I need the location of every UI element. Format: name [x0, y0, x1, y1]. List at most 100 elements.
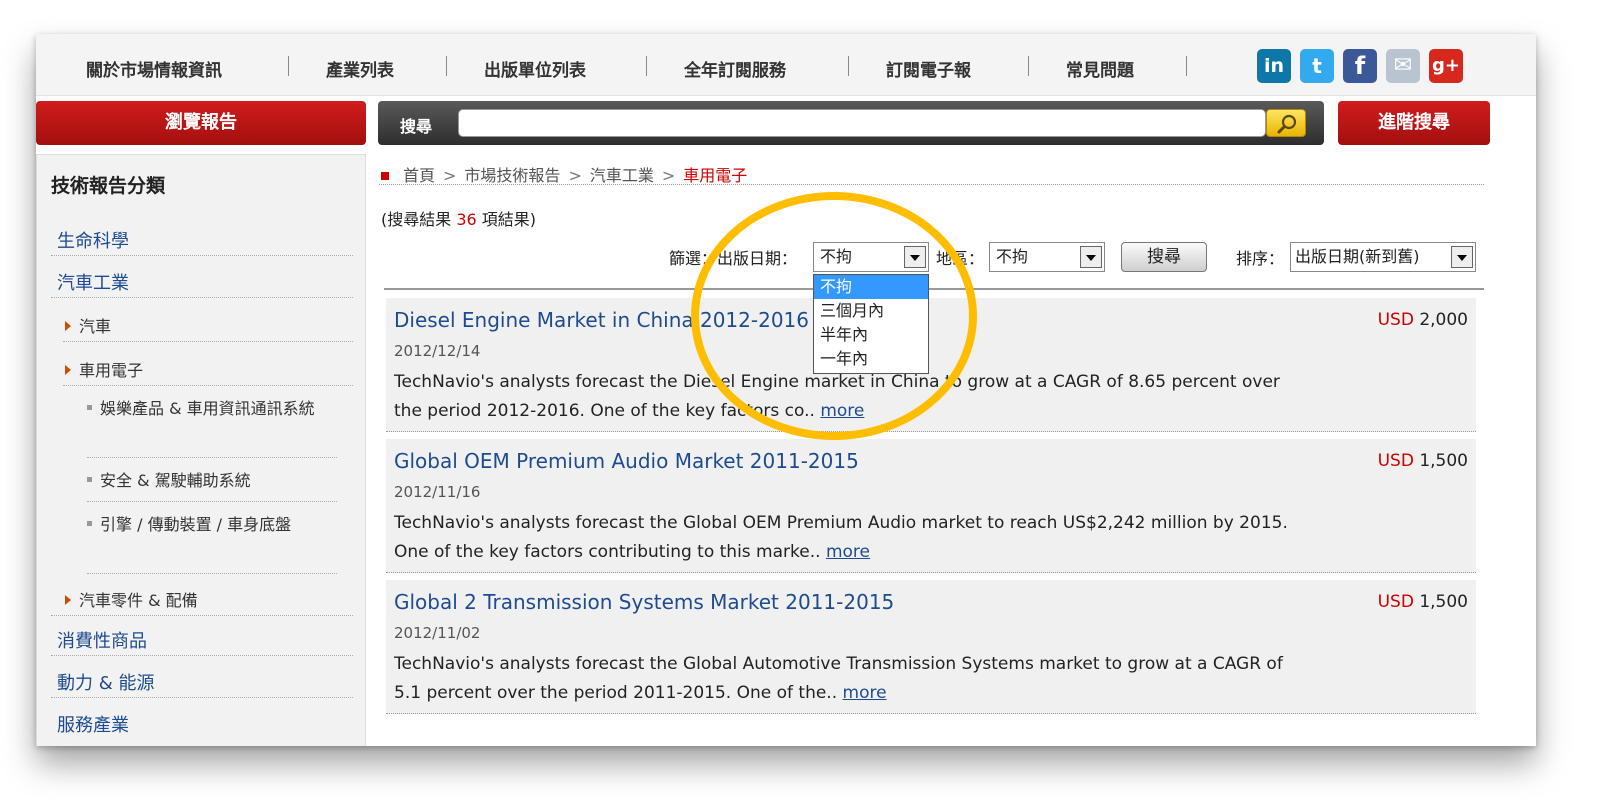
price-currency: USD [1377, 310, 1414, 330]
divider [63, 385, 353, 386]
sidebar-item-consumer[interactable]: 消費性商品 [57, 627, 147, 653]
result-title[interactable]: Global 2 Transmission Systems Market 201… [394, 590, 894, 614]
nav-separator [848, 56, 849, 76]
nav-item-newsletter[interactable]: 訂閱電子報 [886, 56, 971, 81]
sidebar-item-label: 引擎 / 傳動裝置 / 車身底盤 [100, 515, 292, 534]
category-sidebar: 技術報告分類 生命科學 汽車工業 汽車 車用電子 娛樂產品 & 車用資訊通訊系統… [36, 154, 366, 746]
google-plus-icon[interactable]: g+ [1429, 49, 1463, 83]
result-count: (搜尋結果 36 項結果) [381, 206, 536, 230]
sidebar-item-label: 娛樂產品 & 車用資訊通訊系統 [100, 399, 315, 418]
breadcrumb-automotive[interactable]: 汽車工業 [590, 166, 654, 185]
result-description: TechNavio's analysts forecast the Global… [394, 509, 1294, 567]
nav-separator [1186, 56, 1187, 76]
list-item: Global 2 Transmission Systems Market 201… [386, 580, 1476, 714]
chevron-down-icon [1080, 246, 1102, 268]
nav-item-publishers[interactable]: 出版單位列表 [484, 56, 586, 81]
browser-page: 關於市場情報資訊 產業列表 出版單位列表 全年訂閱服務 訂閱電子報 常見問題 i… [36, 34, 1536, 746]
divider [51, 615, 353, 616]
bullet-icon [87, 405, 92, 410]
breadcrumb-current: 車用電子 [683, 166, 748, 185]
breadcrumb-separator: > [661, 166, 676, 185]
divider [379, 184, 1484, 185]
sidebar-item-powertrain[interactable]: 引擎 / 傳動裝置 / 車身底盤 [87, 511, 337, 539]
result-date: 2012/11/02 [394, 624, 481, 642]
mail-icon[interactable]: ✉ [1386, 49, 1420, 83]
browse-reports-button[interactable]: 瀏覽報告 [36, 101, 366, 145]
nav-item-subscription[interactable]: 全年訂閱服務 [684, 56, 786, 81]
chevron-down-icon [1451, 246, 1473, 268]
breadcrumb-home[interactable]: 首頁 [403, 166, 435, 185]
nav-item-industries[interactable]: 產業列表 [326, 56, 394, 81]
breadcrumb: 首頁 > 市場技術報告 > 汽車工業 > 車用電子 [381, 162, 747, 186]
search-button[interactable] [1266, 109, 1306, 137]
sidebar-item-energy[interactable]: 動力 & 能源 [57, 669, 154, 695]
bullet-icon [87, 521, 92, 526]
result-price: USD 1,500 [1378, 451, 1468, 471]
sidebar-item-label: 安全 & 駕駛輔助系統 [100, 471, 251, 490]
breadcrumb-icon [381, 172, 389, 180]
divider [51, 255, 353, 256]
price-amount: 2,000 [1419, 310, 1468, 330]
advanced-search-button[interactable]: 進階搜尋 [1338, 101, 1490, 145]
magnifier-icon [1277, 114, 1297, 134]
divider [51, 297, 353, 298]
filter-search-button[interactable]: 搜尋 [1121, 242, 1207, 272]
nav-separator [646, 56, 647, 76]
region-filter-value: 不拘 [996, 247, 1029, 266]
facebook-icon[interactable]: f [1343, 49, 1377, 83]
sidebar-item-parts[interactable]: 汽車零件 & 配備 [65, 587, 198, 611]
result-count-prefix: (搜尋結果 [381, 210, 452, 229]
twitter-icon[interactable]: t [1300, 49, 1334, 83]
nav-separator [1028, 56, 1029, 76]
divider [51, 697, 353, 698]
price-currency: USD [1377, 592, 1414, 612]
sidebar-item-label: 汽車零件 & 配備 [79, 591, 198, 610]
result-description-text: TechNavio's analysts forecast the Global… [394, 654, 1283, 703]
more-link[interactable]: more [843, 683, 887, 703]
sidebar-item-label: 車用電子 [79, 361, 144, 380]
sort-label: 排序： [1236, 249, 1285, 268]
result-date: 2012/11/16 [394, 483, 481, 501]
region-filter-select[interactable]: 不拘 [989, 242, 1105, 272]
result-count-number: 36 [456, 210, 477, 229]
more-link[interactable]: more [826, 542, 870, 562]
nav-item-faq[interactable]: 常見問題 [1066, 56, 1134, 81]
result-title[interactable]: Global OEM Premium Audio Market 2011-201… [394, 449, 859, 473]
sidebar-item-car[interactable]: 汽車 [65, 313, 111, 337]
highlight-circle [691, 192, 977, 440]
price-amount: 1,500 [1419, 592, 1468, 612]
search-bar: 搜尋 [378, 101, 1324, 145]
sidebar-item-automotive[interactable]: 汽車工業 [57, 269, 129, 295]
sidebar-item-safety[interactable]: 安全 & 駕駛輔助系統 [87, 467, 337, 495]
result-price: USD 1,500 [1378, 592, 1468, 612]
result-description: TechNavio's analysts forecast the Global… [394, 650, 1294, 708]
price-amount: 1,500 [1419, 451, 1468, 471]
nav-separator [446, 56, 447, 76]
nav-item-about[interactable]: 關於市場情報資訊 [86, 56, 222, 81]
search-label: 搜尋 [400, 117, 433, 136]
divider [87, 501, 337, 502]
divider [51, 655, 353, 656]
triangle-right-icon [65, 365, 71, 375]
nav-separator [288, 56, 289, 76]
breadcrumb-separator: > [443, 166, 457, 185]
triangle-right-icon [65, 595, 71, 605]
sidebar-item-infotainment[interactable]: 娛樂產品 & 車用資訊通訊系統 [87, 395, 337, 423]
price-currency: USD [1377, 451, 1414, 471]
result-count-suffix: 項結果) [481, 210, 537, 229]
divider [87, 457, 337, 458]
sidebar-item-services[interactable]: 服務產業 [57, 711, 129, 737]
result-price: USD 2,000 [1378, 310, 1468, 330]
sidebar-item-car-electronics[interactable]: 車用電子 [65, 357, 143, 381]
top-nav: 關於市場情報資訊 產業列表 出版單位列表 全年訂閱服務 訂閱電子報 常見問題 i… [36, 34, 1536, 96]
breadcrumb-separator: > [568, 166, 582, 185]
search-input[interactable] [458, 109, 1266, 137]
result-date: 2012/12/14 [394, 342, 481, 360]
triangle-right-icon [65, 321, 71, 331]
list-item: Global OEM Premium Audio Market 2011-201… [386, 439, 1476, 573]
sidebar-item-life-science[interactable]: 生命科學 [57, 227, 129, 253]
sidebar-title: 技術報告分類 [51, 175, 166, 197]
linkedin-icon[interactable]: in [1257, 49, 1291, 83]
sort-select[interactable]: 出版日期(新到舊) [1290, 242, 1476, 272]
breadcrumb-market-reports[interactable]: 市場技術報告 [464, 166, 560, 185]
